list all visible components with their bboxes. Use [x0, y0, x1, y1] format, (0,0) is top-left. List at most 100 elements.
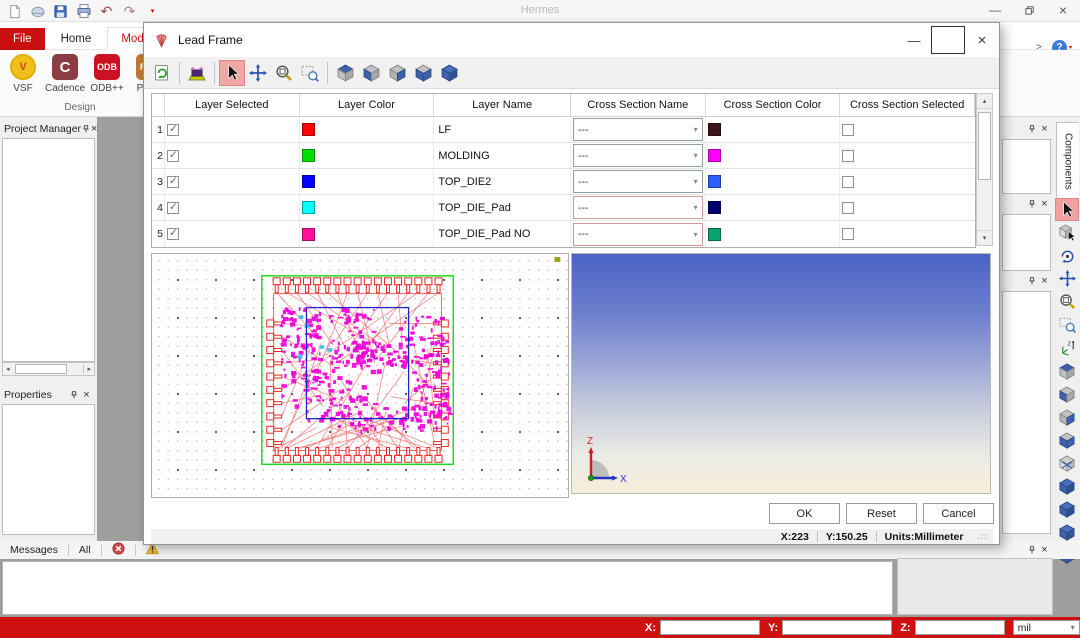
close-icon[interactable]: × — [1038, 544, 1051, 557]
view-left-icon[interactable] — [358, 60, 384, 86]
view-front-icon[interactable] — [1055, 428, 1079, 451]
project-manager-hscrollbar[interactable]: ◂ ▸ — [2, 362, 95, 376]
scroll-right-icon[interactable]: ▸ — [83, 365, 94, 373]
restore-button[interactable] — [1012, 0, 1046, 20]
view-right-icon[interactable] — [384, 60, 410, 86]
tab-all[interactable]: All — [69, 544, 101, 556]
zoom-window-icon[interactable] — [1055, 290, 1079, 313]
y-coordinate-input[interactable] — [782, 620, 892, 635]
resize-grip[interactable]: .:: — [977, 532, 988, 541]
cross-section-name-dropdown[interactable]: ---▾ — [573, 170, 703, 193]
pin-icon[interactable] — [81, 123, 91, 136]
project-manager-tree[interactable] — [2, 138, 95, 362]
unit-select[interactable]: mil ▾ — [1013, 620, 1080, 635]
zoom-region-icon[interactable] — [297, 60, 323, 86]
z-coordinate-input[interactable] — [915, 620, 1005, 635]
view-front-icon[interactable] — [410, 60, 436, 86]
close-icon[interactable]: × — [91, 123, 97, 136]
view-frame-icon[interactable] — [1055, 451, 1079, 474]
cross-section-color-swatch[interactable] — [708, 123, 721, 136]
pin-icon[interactable] — [1025, 123, 1038, 136]
properties-content[interactable] — [2, 404, 95, 535]
tab-messages[interactable]: Messages — [0, 544, 68, 556]
cross-section-name-dropdown[interactable]: ---▾ — [573, 144, 703, 167]
view-solid-icon[interactable] — [1055, 497, 1079, 520]
close-icon[interactable]: × — [80, 389, 93, 402]
layer-color-swatch[interactable] — [302, 123, 315, 136]
minimize-button[interactable]: — — [978, 0, 1012, 20]
dialog-titlebar[interactable]: Lead Frame — × — [144, 23, 999, 57]
pan-icon[interactable] — [245, 60, 271, 86]
dialog-close-button[interactable]: × — [965, 26, 999, 54]
layer-selected-checkbox[interactable] — [167, 150, 179, 162]
error-filter-icon[interactable] — [102, 542, 135, 558]
cross-section-color-swatch[interactable] — [708, 201, 721, 214]
scroll-left-icon[interactable]: ◂ — [3, 365, 13, 373]
ribbon-item-odb[interactable]: ODB ODB++ — [88, 54, 126, 94]
layer-selected-checkbox[interactable] — [167, 176, 179, 188]
cross-section-name-dropdown[interactable]: ---▾ — [573, 196, 703, 219]
col-cross-section-selected[interactable]: Cross Section Selected — [840, 94, 975, 116]
layer-color-swatch[interactable] — [302, 175, 315, 188]
tab-components[interactable]: Components — [1056, 122, 1079, 200]
view-iso-icon[interactable] — [1055, 474, 1079, 497]
table-scrollbar[interactable]: ▴ ▾ — [976, 93, 993, 246]
view-top-icon[interactable] — [1055, 359, 1079, 382]
layer-selected-checkbox[interactable] — [167, 124, 179, 136]
close-icon[interactable]: × — [1038, 123, 1051, 136]
zoom-z-icon[interactable] — [1055, 336, 1079, 359]
pin-icon[interactable] — [1025, 544, 1038, 557]
cross-section-color-swatch[interactable] — [708, 175, 721, 188]
x-coordinate-input[interactable] — [660, 620, 760, 635]
rotate-icon[interactable] — [1055, 244, 1079, 267]
view-left-icon[interactable] — [1055, 382, 1079, 405]
select-3d-icon[interactable] — [1055, 221, 1079, 244]
cross-section-selected-checkbox[interactable] — [842, 150, 854, 162]
dialog-minimize-button[interactable]: — — [897, 26, 931, 54]
layer-selected-checkbox[interactable] — [167, 228, 179, 240]
scroll-down-icon[interactable]: ▾ — [977, 230, 992, 245]
cross-section-name-dropdown[interactable]: ---▾ — [573, 118, 703, 141]
layer-selected-checkbox[interactable] — [167, 202, 179, 214]
cross-section-color-swatch[interactable] — [708, 228, 721, 241]
tab-home[interactable]: Home — [48, 28, 105, 51]
refresh-icon[interactable] — [149, 60, 175, 86]
col-cross-section-name[interactable]: Cross Section Name — [571, 94, 706, 116]
view-top-icon[interactable] — [332, 60, 358, 86]
pan-icon[interactable] — [1055, 267, 1079, 290]
ok-button[interactable]: OK — [769, 503, 840, 524]
layer-color-swatch[interactable] — [302, 201, 315, 214]
layer-stack-icon[interactable] — [184, 60, 210, 86]
ribbon-item-vsf[interactable]: V VSF — [4, 54, 42, 94]
leadframe-2d-viewport[interactable] — [151, 253, 569, 498]
tab-file[interactable]: File — [0, 28, 45, 51]
col-layer-color[interactable]: Layer Color — [300, 94, 435, 116]
col-layer-name[interactable]: Layer Name — [434, 94, 571, 116]
close-button[interactable]: × — [1046, 0, 1080, 20]
col-layer-selected[interactable]: Layer Selected — [165, 94, 300, 116]
col-cross-section-color[interactable]: Cross Section Color — [706, 94, 841, 116]
pin-icon[interactable] — [1025, 198, 1038, 211]
cancel-button[interactable]: Cancel — [923, 503, 994, 524]
cross-section-selected-checkbox[interactable] — [842, 124, 854, 136]
layer-color-swatch[interactable] — [302, 149, 315, 162]
dialog-maximize-button[interactable] — [931, 26, 965, 54]
view-iso-icon[interactable] — [436, 60, 462, 86]
zoom-region-icon[interactable] — [1055, 313, 1079, 336]
pin-icon[interactable] — [1025, 275, 1038, 288]
scroll-thumb[interactable] — [15, 364, 67, 374]
close-icon[interactable]: × — [1038, 198, 1051, 211]
zoom-window-icon[interactable] — [271, 60, 297, 86]
close-icon[interactable]: × — [1038, 275, 1051, 288]
scroll-up-icon[interactable]: ▴ — [977, 94, 992, 109]
cross-section-selected-checkbox[interactable] — [842, 202, 854, 214]
ribbon-item-cadence[interactable]: C Cadence — [46, 54, 84, 94]
view-solid-icon[interactable] — [1055, 520, 1079, 543]
pin-icon[interactable] — [67, 389, 80, 402]
preview-3d-viewport[interactable]: Z X — [571, 253, 991, 494]
messages-output[interactable] — [2, 561, 893, 615]
select-arrow-icon[interactable] — [1055, 198, 1079, 221]
cross-section-name-dropdown[interactable]: ---▾ — [573, 223, 703, 246]
select-arrow-icon[interactable] — [219, 60, 245, 86]
cross-section-selected-checkbox[interactable] — [842, 176, 854, 188]
